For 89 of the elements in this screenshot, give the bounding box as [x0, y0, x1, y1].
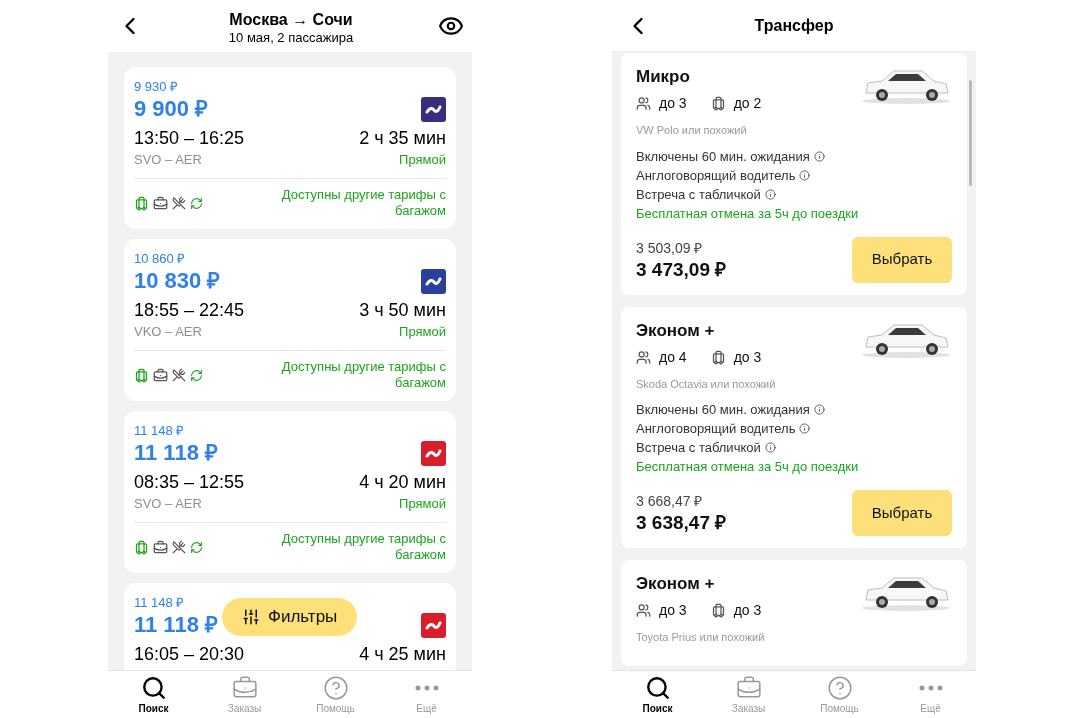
passenger-capacity: до 3 — [659, 94, 687, 113]
bag-icon — [153, 367, 168, 383]
search-icon — [140, 675, 167, 701]
flight-duration: 4 ч 25 мин — [359, 643, 446, 666]
price: 11 118 ₽ — [134, 611, 218, 639]
flight-time: 18:55 – 22:45 — [134, 299, 245, 322]
feature-text: Встреча с табличкой — [636, 185, 761, 204]
cancellation-note: Бесплатная отмена за 5ч до поездки — [636, 204, 860, 223]
flight-duration: 4 ч 20 мин — [359, 471, 446, 494]
old-price: 3 668,47 ₽ — [636, 492, 704, 511]
screen-title: Трансфер — [753, 15, 835, 36]
stops-label: Прямой — [399, 495, 446, 513]
bag-icon — [153, 539, 168, 555]
car-class: Микро — [636, 66, 691, 88]
route-codes: SVO – AER — [134, 151, 202, 169]
search-icon — [644, 675, 671, 701]
tab-bar-item[interactable]: Поиск — [622, 675, 693, 717]
car-model: VW Polo или похожий — [636, 123, 748, 138]
people-icon — [636, 349, 651, 365]
people-icon — [636, 603, 651, 618]
luggage-icon — [710, 603, 726, 618]
bag-icon — [153, 195, 168, 211]
luggage-icon — [134, 195, 149, 211]
crossed-utensils-icon — [172, 368, 186, 382]
luggage-icon — [710, 349, 726, 365]
flight-card[interactable]: 10 860 ₽ 10 830 ₽ 18:55 – 22:45 3 ч 50 мин VKO – AER Прямой Доступны другие тарифы с багажом — [124, 239, 456, 401]
route-codes: SVO – AER — [134, 495, 202, 513]
filter-button[interactable]: Фильтры — [222, 598, 358, 636]
info-icon[interactable] — [813, 404, 825, 415]
car-class: Эконом + — [636, 319, 716, 342]
feature-text: Включены 60 мин. ожидания — [636, 401, 810, 419]
select-button[interactable]: Выбрать — [852, 490, 952, 536]
stops-label: Прямой — [399, 151, 446, 169]
screen-title: Москва → Сочи — [229, 10, 353, 30]
old-price: 3 503,09 ₽ — [636, 238, 704, 258]
more-icon — [414, 685, 439, 691]
luggage-icon — [134, 539, 149, 555]
flight-duration: 2 ч 35 мин — [359, 127, 446, 150]
cancellation-note: Бесплатная отмена за 5ч до поездки — [636, 458, 860, 476]
luggage-icon — [134, 367, 149, 383]
stops-label: Прямой — [399, 323, 446, 341]
more-icon — [918, 685, 943, 691]
luggage-capacity: до 2 — [733, 94, 762, 113]
screen-subtitle: 10 мая, 2 пассажира — [228, 30, 354, 46]
info-icon[interactable] — [799, 169, 811, 181]
price: 3 638,47 ₽ — [636, 511, 727, 535]
car-class: Эконом + — [636, 573, 716, 595]
refresh-icon — [190, 540, 203, 554]
price: 9 900 ₽ — [134, 95, 209, 123]
price: 11 118 ₽ — [134, 439, 218, 467]
info-icon[interactable] — [799, 423, 811, 434]
flight-time: 13:50 – 16:25 — [134, 127, 245, 150]
price: 3 473,09 ₽ — [636, 257, 727, 282]
refresh-icon — [190, 196, 203, 210]
flight-card[interactable]: 11 148 ₽ 11 118 ₽ 08:35 – 12:55 4 ч 20 мин SVO – AER Прямой Доступны другие тарифы с багажом — [124, 411, 456, 573]
old-price: 11 148 ₽ — [134, 595, 186, 611]
feature-text: Встреча с табличкой — [636, 439, 761, 457]
people-icon — [636, 96, 651, 111]
tab-bar-item[interactable]: Поиск — [118, 675, 189, 717]
help-icon — [322, 675, 349, 701]
price: 10 830 ₽ — [134, 267, 221, 295]
flight-card[interactable]: 9 930 ₽ 9 900 ₽ 13:50 – 16:25 2 ч 35 мин SVO – AER Прямой Доступны другие тарифы с багажом — [124, 67, 456, 229]
flight-time: 16:05 – 20:30 — [134, 643, 245, 666]
passenger-capacity: до 3 — [659, 601, 687, 620]
old-price: 9 930 ₽ — [134, 79, 180, 95]
feature-text: Англоговорящий водитель — [636, 420, 796, 438]
luggage-icon — [710, 96, 726, 111]
sliders-icon — [242, 608, 260, 626]
old-price: 11 148 ₽ — [134, 423, 186, 439]
help-icon — [826, 675, 853, 701]
route-codes: VKO – AER — [134, 323, 202, 341]
crossed-utensils-icon — [172, 196, 186, 210]
refresh-icon — [190, 368, 203, 382]
info-icon[interactable] — [764, 188, 776, 200]
feature-text: Англоговорящий водитель — [636, 166, 796, 185]
info-icon[interactable] — [764, 442, 776, 453]
select-button[interactable]: Выбрать — [852, 236, 952, 283]
info-icon[interactable] — [813, 150, 825, 162]
flight-duration: 3 ч 50 мин — [359, 299, 446, 322]
scrollbar[interactable] — [969, 80, 972, 186]
flight-time: 08:35 – 12:55 — [134, 471, 245, 494]
luggage-capacity: до 3 — [733, 601, 762, 620]
luggage-capacity: до 3 — [733, 347, 762, 367]
old-price: 10 860 ₽ — [134, 251, 187, 267]
crossed-utensils-icon — [172, 540, 186, 554]
passenger-capacity: до 4 — [659, 347, 687, 367]
feature-text: Включены 60 мин. ожидания — [636, 147, 810, 166]
car-model: Toyota Prius или похожий — [636, 630, 766, 645]
car-model: Skoda Octavia или похожий — [636, 376, 777, 392]
